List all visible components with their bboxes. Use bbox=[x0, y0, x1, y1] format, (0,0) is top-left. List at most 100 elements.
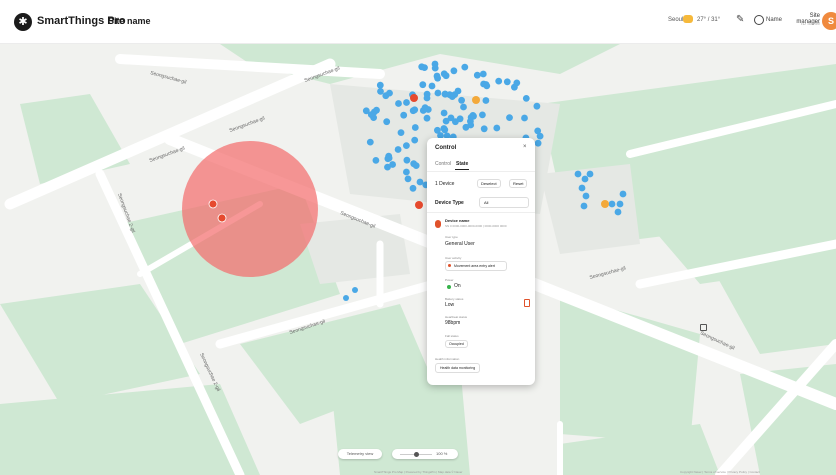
device-marker[interactable] bbox=[619, 190, 627, 198]
user-activity-value[interactable]: Movement area entry alert bbox=[445, 261, 507, 271]
device-marker[interactable] bbox=[400, 111, 408, 119]
device-marker[interactable] bbox=[421, 64, 428, 71]
device-marker[interactable] bbox=[440, 70, 448, 78]
device-marker[interactable] bbox=[421, 104, 429, 111]
device-marker[interactable] bbox=[614, 208, 622, 216]
tab-state[interactable]: State bbox=[456, 161, 468, 167]
device-marker[interactable] bbox=[454, 87, 462, 95]
device-marker[interactable] bbox=[366, 138, 374, 146]
footer-links[interactable]: Copyright Naver | Terms of service | Pri… bbox=[680, 470, 760, 474]
device-marker[interactable] bbox=[376, 81, 384, 89]
device-marker[interactable] bbox=[372, 157, 380, 164]
device-marker[interactable] bbox=[385, 152, 393, 160]
device-marker[interactable] bbox=[511, 83, 518, 91]
device-marker[interactable] bbox=[586, 170, 594, 178]
device-marker[interactable] bbox=[578, 184, 586, 192]
map-layer-icon[interactable] bbox=[700, 324, 707, 331]
device-marker[interactable] bbox=[582, 192, 590, 200]
device-marker[interactable] bbox=[450, 67, 458, 75]
health-monitoring-button[interactable]: Health data monitoring bbox=[435, 363, 481, 373]
device-marker[interactable] bbox=[384, 163, 391, 171]
device-marker[interactable] bbox=[434, 89, 442, 97]
device-marker[interactable] bbox=[533, 102, 541, 110]
device-marker-alert[interactable] bbox=[410, 94, 418, 102]
device-marker[interactable] bbox=[403, 99, 410, 106]
device-marker[interactable] bbox=[423, 94, 431, 102]
close-icon[interactable]: × bbox=[523, 144, 527, 150]
device-marker[interactable] bbox=[419, 81, 427, 89]
zoom-slider-handle[interactable] bbox=[414, 451, 419, 457]
device-marker[interactable] bbox=[483, 82, 491, 90]
device-marker[interactable] bbox=[608, 200, 616, 208]
avatar[interactable]: S bbox=[822, 12, 836, 30]
device-marker[interactable] bbox=[352, 287, 358, 293]
device-marker-warning[interactable] bbox=[472, 96, 480, 104]
device-marker[interactable] bbox=[482, 97, 490, 104]
device-marker[interactable] bbox=[395, 100, 402, 107]
device-marker[interactable] bbox=[467, 121, 475, 129]
device-marker[interactable] bbox=[367, 111, 375, 118]
device-marker[interactable] bbox=[440, 109, 448, 117]
device-marker[interactable] bbox=[581, 175, 589, 183]
site-name[interactable]: Site name bbox=[108, 16, 151, 26]
device-marker[interactable] bbox=[460, 103, 467, 111]
device-marker[interactable] bbox=[534, 127, 542, 135]
device-marker[interactable] bbox=[423, 114, 431, 122]
user-name[interactable]: Name bbox=[766, 17, 782, 23]
device-marker[interactable] bbox=[480, 125, 488, 133]
device-marker[interactable] bbox=[416, 178, 424, 186]
reset-button[interactable]: Reset bbox=[509, 179, 528, 188]
device-marker[interactable] bbox=[431, 60, 439, 68]
device-marker-alert[interactable] bbox=[415, 201, 423, 209]
device-type-select[interactable]: All bbox=[479, 197, 529, 208]
device-marker[interactable] bbox=[394, 146, 402, 153]
device-marker[interactable] bbox=[403, 142, 410, 149]
device-marker[interactable] bbox=[534, 139, 542, 147]
device-marker[interactable] bbox=[377, 88, 384, 95]
tab-control[interactable]: Control bbox=[435, 161, 451, 167]
device-marker[interactable] bbox=[434, 126, 441, 134]
announcement-icon[interactable]: ✎ bbox=[736, 14, 744, 25]
device-marker-alert[interactable] bbox=[208, 199, 218, 209]
device-marker[interactable] bbox=[448, 93, 456, 100]
device-marker[interactable] bbox=[452, 118, 459, 126]
device-marker[interactable] bbox=[411, 136, 419, 144]
device-marker[interactable] bbox=[574, 170, 582, 178]
device-marker[interactable] bbox=[506, 114, 513, 121]
device-marker[interactable] bbox=[386, 89, 393, 97]
device-marker[interactable] bbox=[441, 90, 449, 98]
device-marker[interactable] bbox=[473, 71, 481, 79]
telemetry-view-button[interactable]: Telemetry view bbox=[338, 449, 382, 459]
device-marker[interactable] bbox=[493, 124, 501, 132]
device-marker[interactable] bbox=[458, 96, 465, 104]
zoom-control[interactable]: 100 % bbox=[392, 449, 458, 459]
user-icon[interactable] bbox=[754, 15, 764, 25]
device-marker[interactable] bbox=[521, 114, 528, 122]
device-marker[interactable] bbox=[403, 156, 411, 164]
alert-zone[interactable] bbox=[182, 141, 318, 277]
device-marker[interactable] bbox=[522, 95, 530, 102]
device-marker[interactable] bbox=[469, 112, 477, 119]
device-marker[interactable] bbox=[411, 124, 419, 131]
device-marker[interactable] bbox=[404, 175, 412, 183]
device-marker-alert[interactable] bbox=[217, 213, 227, 223]
device-marker[interactable] bbox=[409, 184, 417, 192]
device-marker[interactable] bbox=[410, 160, 418, 168]
device-marker[interactable] bbox=[403, 168, 410, 176]
device-marker[interactable] bbox=[440, 125, 448, 132]
device-marker[interactable] bbox=[580, 202, 588, 210]
map-view[interactable]: Seongsuchae-gil Seongsuchae-gil Seongsuc… bbox=[0, 44, 836, 475]
device-marker[interactable] bbox=[479, 111, 486, 119]
device-marker[interactable] bbox=[397, 129, 405, 136]
device-marker[interactable] bbox=[411, 106, 419, 114]
device-marker[interactable] bbox=[383, 118, 391, 126]
device-marker[interactable] bbox=[503, 78, 511, 86]
device-marker[interactable] bbox=[616, 200, 624, 208]
device-marker[interactable] bbox=[433, 72, 441, 80]
device-marker[interactable] bbox=[461, 63, 469, 71]
device-marker[interactable] bbox=[479, 70, 487, 78]
device-marker[interactable] bbox=[495, 77, 503, 85]
device-marker[interactable] bbox=[343, 295, 349, 301]
device-marker[interactable] bbox=[428, 82, 436, 90]
deselect-button[interactable]: Deselect bbox=[477, 179, 501, 188]
